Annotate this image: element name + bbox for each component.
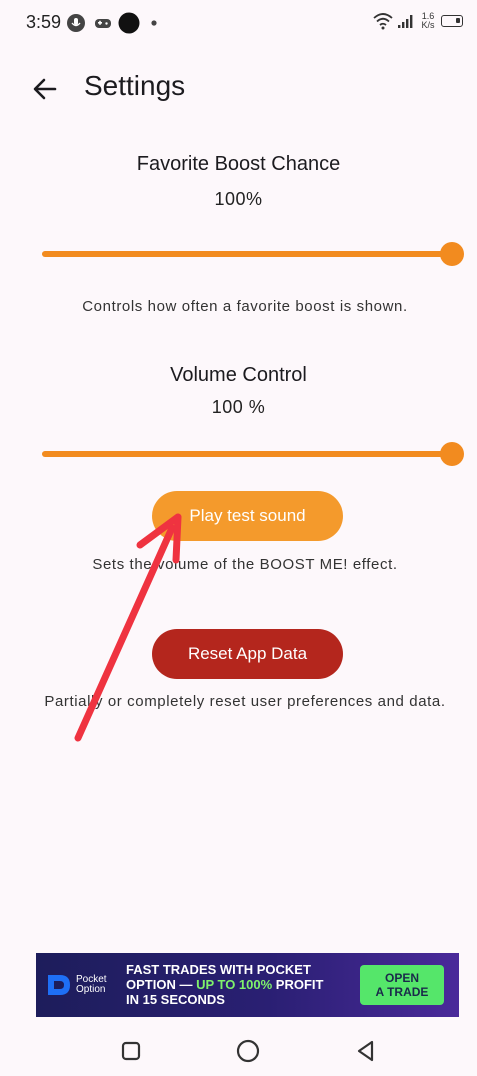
- notification-dot-icon: [151, 20, 157, 26]
- volume-title: Volume Control: [170, 364, 307, 386]
- favorite-boost-description: Controls how often a favorite boost is s…: [82, 298, 408, 315]
- slider-thumb[interactable]: [440, 242, 464, 266]
- ad-text-line3: IN 15 SECONDS: [126, 992, 225, 1007]
- square-icon[interactable]: [117, 1037, 145, 1065]
- volume-slider[interactable]: [42, 439, 464, 469]
- ad-banner[interactable]: Pocket Option FAST TRADES WITH POCKET OP…: [36, 953, 459, 1017]
- signal-icon: [398, 15, 413, 28]
- favorite-boost-slider[interactable]: [42, 239, 464, 269]
- ad-open-trade-button[interactable]: OPEN A TRADE: [360, 965, 444, 1005]
- reset-app-data-button[interactable]: Reset App Data: [152, 629, 343, 679]
- ad-cta-line2: A TRADE: [375, 985, 429, 999]
- ad-headline: FAST TRADES WITH POCKET OPTION — UP TO 1…: [126, 962, 323, 1007]
- favorite-boost-title: Favorite Boost Chance: [136, 153, 341, 175]
- slider-fill: [42, 251, 452, 257]
- record-dot-icon: [118, 12, 140, 34]
- page-title: Settings: [84, 70, 186, 101]
- network-speed: 1.6 K/s: [419, 12, 437, 30]
- status-time: 3:59: [26, 12, 62, 32]
- network-speed-unit: K/s: [421, 20, 435, 30]
- favorite-boost-value: 100%: [214, 189, 263, 209]
- wifi-icon: [373, 13, 393, 30]
- ad-text-line1: FAST TRADES WITH POCKET: [126, 962, 311, 977]
- play-test-sound-button[interactable]: Play test sound: [152, 491, 343, 541]
- top-app-bar: Settings: [0, 60, 477, 116]
- pocket-option-logo-icon: [48, 975, 70, 995]
- volume-value: 100 %: [211, 397, 266, 417]
- slider-fill: [42, 451, 452, 457]
- ad-brand-line2: Option: [76, 984, 106, 995]
- reset-description: Partially or completely reset user prefe…: [44, 693, 446, 710]
- triangle-back-icon[interactable]: [352, 1037, 380, 1065]
- battery-icon: [441, 15, 463, 27]
- ad-cta-line1: OPEN: [384, 971, 419, 985]
- system-nav-bar: [0, 1025, 477, 1076]
- slider-thumb[interactable]: [440, 442, 464, 466]
- status-indicators: 1.6 K/s: [373, 12, 463, 30]
- gamepad-icon: [95, 19, 111, 28]
- ad-text-line2-part-a: OPTION —: [126, 977, 197, 992]
- ad-text-highlight: UP TO 100%: [196, 977, 273, 992]
- volume-description: Sets the volume of the BOOST ME! effect.: [92, 556, 398, 573]
- arrow-left-icon[interactable]: [30, 74, 60, 104]
- ad-text-line2-part-c: PROFIT: [272, 977, 324, 992]
- circle-icon[interactable]: [234, 1037, 262, 1065]
- status-bar: 3:59 1.6 K/s: [0, 0, 477, 48]
- voice-app-icon: [67, 14, 85, 32]
- ad-text-line2: OPTION — UP TO 100% PROFIT: [126, 977, 323, 992]
- ad-brand: Pocket Option: [76, 975, 107, 995]
